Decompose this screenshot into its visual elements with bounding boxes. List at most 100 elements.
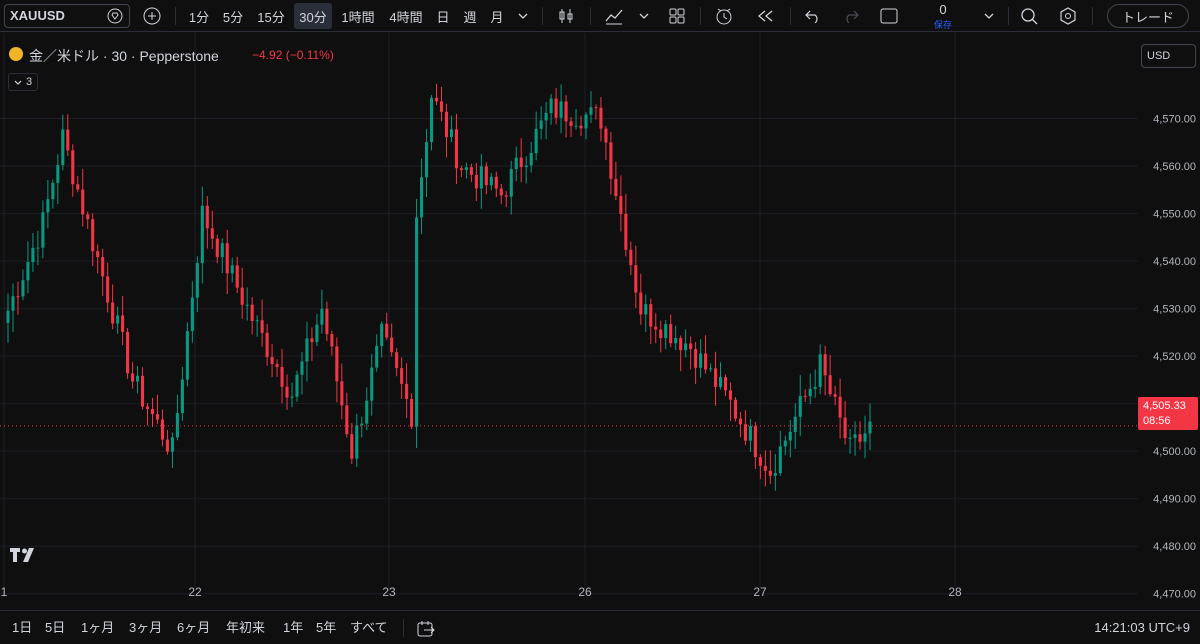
candle-body	[848, 437, 852, 439]
time-tick-label: 28	[948, 585, 962, 599]
candle-body	[589, 107, 593, 115]
candle-body	[76, 184, 80, 190]
candle-body	[629, 249, 633, 266]
alert-clock-icon[interactable]	[711, 0, 739, 32]
candle-body	[370, 367, 374, 401]
candle-body	[345, 405, 349, 435]
range-5d[interactable]: 5日	[45, 611, 65, 644]
candle-body	[499, 188, 503, 196]
candle-body	[669, 324, 673, 344]
candle-body	[160, 419, 165, 440]
candle-body	[150, 408, 155, 415]
candle-body	[853, 434, 857, 438]
candle-body	[619, 196, 623, 214]
candles-icon[interactable]	[553, 0, 579, 32]
search-icon[interactable]	[1015, 0, 1043, 32]
candle-body	[365, 400, 369, 424]
redo-icon[interactable]	[838, 0, 864, 32]
time-tick-label: 23	[382, 585, 396, 599]
chevron-down-icon	[14, 80, 22, 85]
candle-body	[718, 377, 723, 387]
timeframe-month[interactable]: 月	[486, 0, 508, 32]
candle-body	[31, 247, 35, 263]
candle-body	[659, 329, 663, 339]
candle-body	[833, 394, 837, 397]
tradingview-logo-icon	[10, 548, 34, 562]
candle-body	[11, 296, 15, 311]
range-ytd[interactable]: 年初来	[226, 611, 265, 644]
candle-body	[136, 375, 140, 382]
range-1d[interactable]: 1日	[12, 611, 32, 644]
timeframe-5m[interactable]: 5分	[218, 0, 248, 32]
candle-body	[828, 375, 832, 395]
timeframe-week[interactable]: 週	[459, 0, 481, 32]
candle-body	[803, 395, 807, 397]
candle-body	[584, 114, 588, 129]
price-tick-label: 4,520.00	[1153, 351, 1196, 363]
chart-title[interactable]: 金／米ドル · 30 · Pepperstone	[29, 46, 219, 66]
fullscreen-box-icon[interactable]	[876, 0, 902, 32]
candle-body	[101, 257, 105, 277]
candle-body	[51, 182, 55, 200]
timeframe-30m[interactable]: 30分	[294, 3, 332, 29]
candle-body	[340, 381, 344, 406]
chevron-down-icon[interactable]	[514, 0, 532, 32]
goto-date-icon[interactable]	[416, 618, 436, 638]
range-1m[interactable]: 1ヶ月	[81, 611, 114, 644]
symbol-name[interactable]: XAUUSD	[10, 4, 65, 28]
range-6m[interactable]: 6ヶ月	[177, 611, 210, 644]
timeframe-1m[interactable]: 1分	[183, 0, 215, 32]
candle-body	[464, 167, 468, 171]
timeframe-4h[interactable]: 4時間	[385, 0, 427, 32]
price-tick-label: 4,530.00	[1153, 304, 1196, 316]
settings-hexagon-icon[interactable]	[1054, 0, 1082, 32]
replay-icon[interactable]	[751, 0, 779, 32]
candle-body	[335, 346, 339, 382]
indicator-toggle-button[interactable]: 3	[8, 73, 38, 91]
timeframe-1h[interactable]: 1時間	[337, 0, 379, 32]
range-5y[interactable]: 5年	[316, 611, 336, 644]
save-count[interactable]: 0	[925, 2, 961, 17]
range-all[interactable]: すべて	[350, 611, 388, 644]
save-label[interactable]: 保存	[925, 18, 961, 31]
diamond-icon[interactable]	[104, 0, 126, 32]
candle-body	[315, 324, 319, 343]
candle-body	[843, 417, 847, 439]
currency-selector[interactable]: USD	[1141, 44, 1196, 68]
candle-body	[116, 315, 120, 324]
candle-body	[6, 310, 10, 323]
candle-body	[190, 297, 194, 332]
candle-body	[509, 169, 513, 197]
range-1y[interactable]: 1年	[283, 611, 303, 644]
candle-body	[165, 439, 169, 452]
indicators-icon[interactable]	[601, 0, 627, 32]
candle-body	[858, 434, 862, 442]
candle-body	[554, 98, 558, 118]
candle-body	[454, 129, 458, 169]
price-chart[interactable]: 4,470.004,480.004,490.004,500.004,510.00…	[0, 33, 1200, 608]
chevron-down-icon[interactable]	[635, 0, 653, 32]
add-symbol-icon[interactable]	[140, 0, 164, 32]
candle-body	[290, 396, 294, 398]
candle-body	[360, 423, 364, 426]
range-3m[interactable]: 3ヶ月	[129, 611, 162, 644]
candle-body	[270, 357, 274, 365]
trade-button[interactable]: トレード	[1107, 4, 1189, 28]
candle-body	[704, 353, 708, 370]
candle-body	[474, 174, 478, 189]
timeframe-15m[interactable]: 15分	[252, 0, 290, 32]
candle-body	[674, 337, 678, 344]
candle-body	[420, 177, 424, 218]
candle-body	[260, 320, 264, 333]
candle-body	[240, 287, 244, 305]
timeframe-day[interactable]: 日	[432, 0, 454, 32]
chevron-down-icon[interactable]	[980, 0, 998, 32]
utc-clock[interactable]: 14:21:03 UTC+9	[1094, 611, 1190, 644]
tradingview-logo[interactable]	[10, 547, 40, 568]
candle-body	[300, 361, 304, 375]
candle-body	[355, 425, 359, 459]
undo-icon[interactable]	[800, 0, 826, 32]
toolbar-divider	[1008, 7, 1009, 25]
layout-grid-icon[interactable]	[664, 0, 690, 32]
candle-body	[743, 424, 747, 441]
